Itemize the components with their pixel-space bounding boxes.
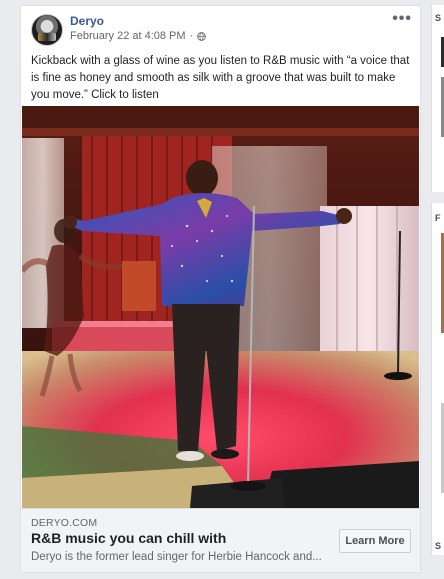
sidebar-card-label: S: [435, 541, 442, 551]
avatar[interactable]: [31, 14, 63, 46]
feed-post: Deryo February 22 at 4:08 PM · ••• Kickb…: [20, 5, 421, 573]
more-options-icon[interactable]: •••: [392, 10, 412, 28]
link-preview[interactable]: DERYO.COM R&B music you can chill with D…: [21, 508, 420, 572]
sidebar-card-top[interactable]: S: [431, 5, 444, 192]
link-domain: DERYO.COM: [31, 517, 98, 529]
sidebar-card-label: F: [435, 213, 441, 223]
post-author[interactable]: Deryo: [70, 14, 104, 28]
post-image[interactable]: [22, 106, 419, 508]
post-meta: February 22 at 4:08 PM ·: [70, 30, 207, 42]
meta-separator: ·: [189, 30, 194, 42]
stage-performer-photo: [22, 106, 419, 508]
post-timestamp[interactable]: February 22 at 4:08 PM: [70, 30, 186, 42]
link-description: Deryo is the former lead singer for Herb…: [31, 551, 322, 563]
learn-more-button[interactable]: Learn More: [339, 529, 411, 553]
post-caption: Kickback with a glass of wine as you lis…: [31, 55, 410, 101]
sidebar-card-bottom[interactable]: F S: [431, 203, 444, 555]
sidebar-card-label: S: [435, 13, 442, 23]
globe-icon: [197, 31, 207, 41]
link-title[interactable]: R&B music you can chill with: [31, 530, 226, 546]
